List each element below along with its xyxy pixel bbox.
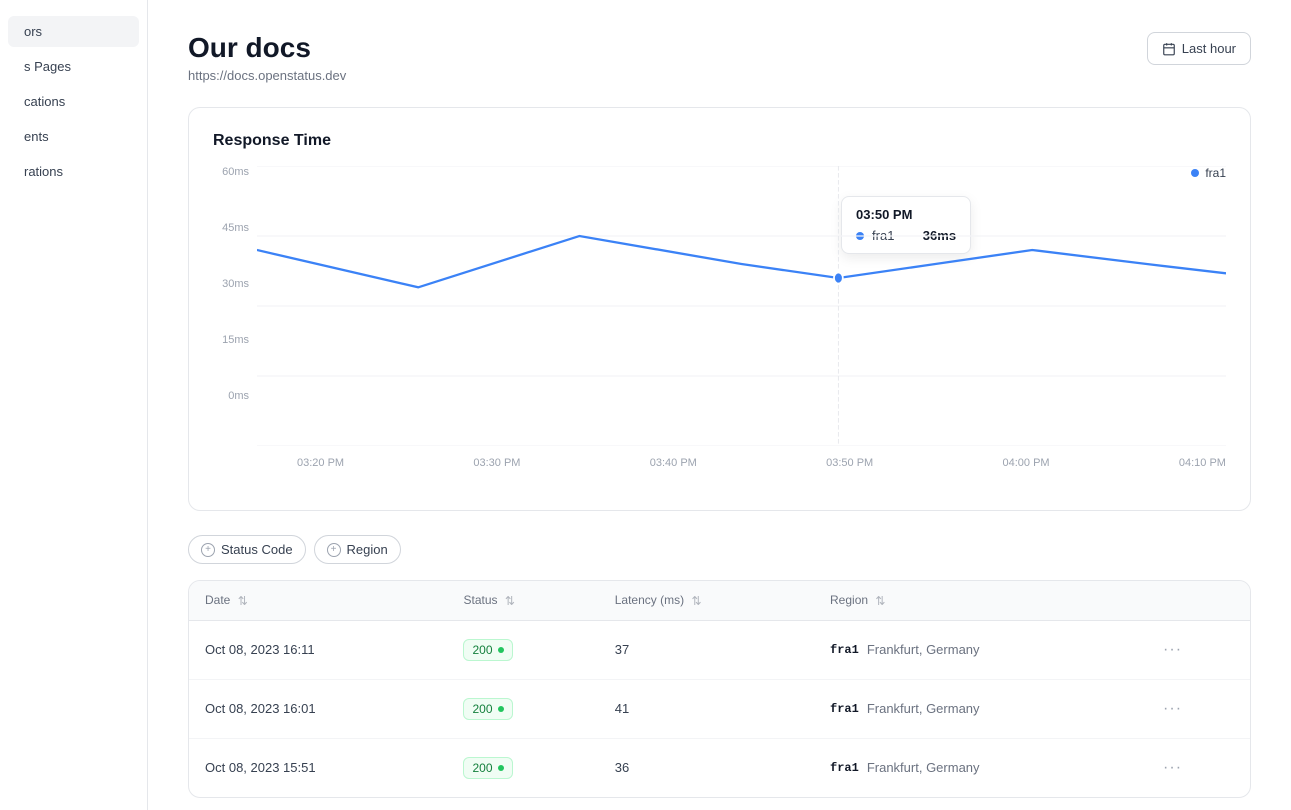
chart-container: fra1 03:50 PM fra1 36ms 0ms 15ms 30ms 45…	[213, 166, 1226, 486]
x-label-5: 04:10 PM	[1179, 457, 1226, 469]
cell-region-1: fra1 Frankfurt, Germany	[814, 679, 1143, 738]
page-header: Our docs https://docs.openstatus.dev Las…	[188, 32, 1251, 83]
x-label-1: 03:30 PM	[473, 457, 520, 469]
cell-date-2: Oct 08, 2023 15:51	[189, 738, 447, 797]
x-label-4: 04:00 PM	[1003, 457, 1050, 469]
col-region[interactable]: Region ⇅	[814, 581, 1143, 620]
status-dot-2	[498, 765, 504, 771]
more-button-1[interactable]: ···	[1159, 696, 1186, 722]
region-name-1: Frankfurt, Germany	[867, 701, 980, 716]
region-name-2: Frankfurt, Germany	[867, 760, 980, 775]
sort-icon-status: ⇅	[505, 594, 515, 608]
cell-actions-1: ···	[1143, 679, 1250, 738]
page-subtitle: https://docs.openstatus.dev	[188, 68, 346, 83]
cell-region-0: fra1 Frankfurt, Germany	[814, 620, 1143, 679]
cell-actions-2: ···	[1143, 738, 1250, 797]
status-badge-1: 200	[463, 698, 512, 720]
region-name-0: Frankfurt, Germany	[867, 642, 980, 657]
region-code-1: fra1	[830, 702, 859, 716]
cell-status-0: 200	[447, 620, 598, 679]
table-row: Oct 08, 2023 15:51 200 36 fra1 Frankfurt…	[189, 738, 1250, 797]
chart-inner: 0ms 15ms 30ms 45ms 60ms	[213, 166, 1226, 469]
cell-latency-1: 41	[599, 679, 814, 738]
y-label-15: 15ms	[213, 334, 249, 346]
y-axis: 0ms 15ms 30ms 45ms 60ms	[213, 166, 249, 406]
status-badge-2: 200	[463, 757, 512, 779]
filter-bar: + Status Code + Region	[188, 535, 1251, 564]
y-label-0: 0ms	[213, 390, 249, 402]
cell-date-0: Oct 08, 2023 16:11	[189, 620, 447, 679]
status-code-filter-label: Status Code	[221, 542, 293, 557]
sidebar: ors s Pages cations ents rations	[0, 0, 148, 810]
table-row: Oct 08, 2023 16:01 200 41 fra1 Frankfurt…	[189, 679, 1250, 738]
region-code-2: fra1	[830, 761, 859, 775]
x-axis: 03:20 PM 03:30 PM 03:40 PM 03:50 PM 04:0…	[257, 453, 1226, 469]
status-dot-0	[498, 647, 504, 653]
main-content: Our docs https://docs.openstatus.dev Las…	[148, 0, 1291, 810]
region-filter-button[interactable]: + Region	[314, 535, 401, 564]
sidebar-item-incidents[interactable]: ents	[8, 121, 139, 152]
x-label-3: 03:50 PM	[826, 457, 873, 469]
data-table: Date ⇅ Status ⇅ Latency (ms) ⇅ Region ⇅	[188, 580, 1251, 798]
response-time-chart-card: Response Time fra1 03:50 PM fra1 36ms	[188, 107, 1251, 511]
sidebar-item-notifications[interactable]: cations	[8, 86, 139, 117]
calendar-icon	[1162, 42, 1176, 56]
results-table: Date ⇅ Status ⇅ Latency (ms) ⇅ Region ⇅	[189, 581, 1250, 797]
plus-icon-region: +	[327, 543, 341, 557]
status-code-filter-button[interactable]: + Status Code	[188, 535, 306, 564]
status-dot-1	[498, 706, 504, 712]
cell-actions-0: ···	[1143, 620, 1250, 679]
more-button-0[interactable]: ···	[1159, 637, 1186, 663]
page-header-text: Our docs https://docs.openstatus.dev	[188, 32, 346, 83]
col-latency[interactable]: Latency (ms) ⇅	[599, 581, 814, 620]
x-label-0: 03:20 PM	[297, 457, 344, 469]
plus-icon-status: +	[201, 543, 215, 557]
time-filter-button[interactable]: Last hour	[1147, 32, 1251, 65]
region-code-0: fra1	[830, 643, 859, 657]
cell-region-2: fra1 Frankfurt, Germany	[814, 738, 1143, 797]
sort-icon-latency: ⇅	[691, 594, 701, 608]
region-filter-label: Region	[347, 542, 388, 557]
sort-icon-region: ⇅	[875, 594, 885, 608]
chart-title: Response Time	[213, 132, 1226, 150]
cell-status-2: 200	[447, 738, 598, 797]
sidebar-item-integrations[interactable]: rations	[8, 156, 139, 187]
y-label-60: 60ms	[213, 166, 249, 178]
status-badge-0: 200	[463, 639, 512, 661]
sidebar-item-status-pages[interactable]: s Pages	[8, 51, 139, 82]
table-header: Date ⇅ Status ⇅ Latency (ms) ⇅ Region ⇅	[189, 581, 1250, 620]
cell-date-1: Oct 08, 2023 16:01	[189, 679, 447, 738]
table-row: Oct 08, 2023 16:11 200 37 fra1 Frankfurt…	[189, 620, 1250, 679]
chart-svg	[257, 166, 1226, 446]
col-actions	[1143, 581, 1250, 620]
sidebar-item-monitors[interactable]: ors	[8, 16, 139, 47]
y-label-30: 30ms	[213, 278, 249, 290]
x-label-2: 03:40 PM	[650, 457, 697, 469]
sort-icon-date: ⇅	[238, 594, 248, 608]
cell-status-1: 200	[447, 679, 598, 738]
col-status[interactable]: Status ⇅	[447, 581, 598, 620]
y-label-45: 45ms	[213, 222, 249, 234]
table-body: Oct 08, 2023 16:11 200 37 fra1 Frankfurt…	[189, 620, 1250, 797]
page-title: Our docs	[188, 32, 346, 64]
col-date[interactable]: Date ⇅	[189, 581, 447, 620]
cell-latency-2: 36	[599, 738, 814, 797]
more-button-2[interactable]: ···	[1159, 755, 1186, 781]
cell-latency-0: 37	[599, 620, 814, 679]
